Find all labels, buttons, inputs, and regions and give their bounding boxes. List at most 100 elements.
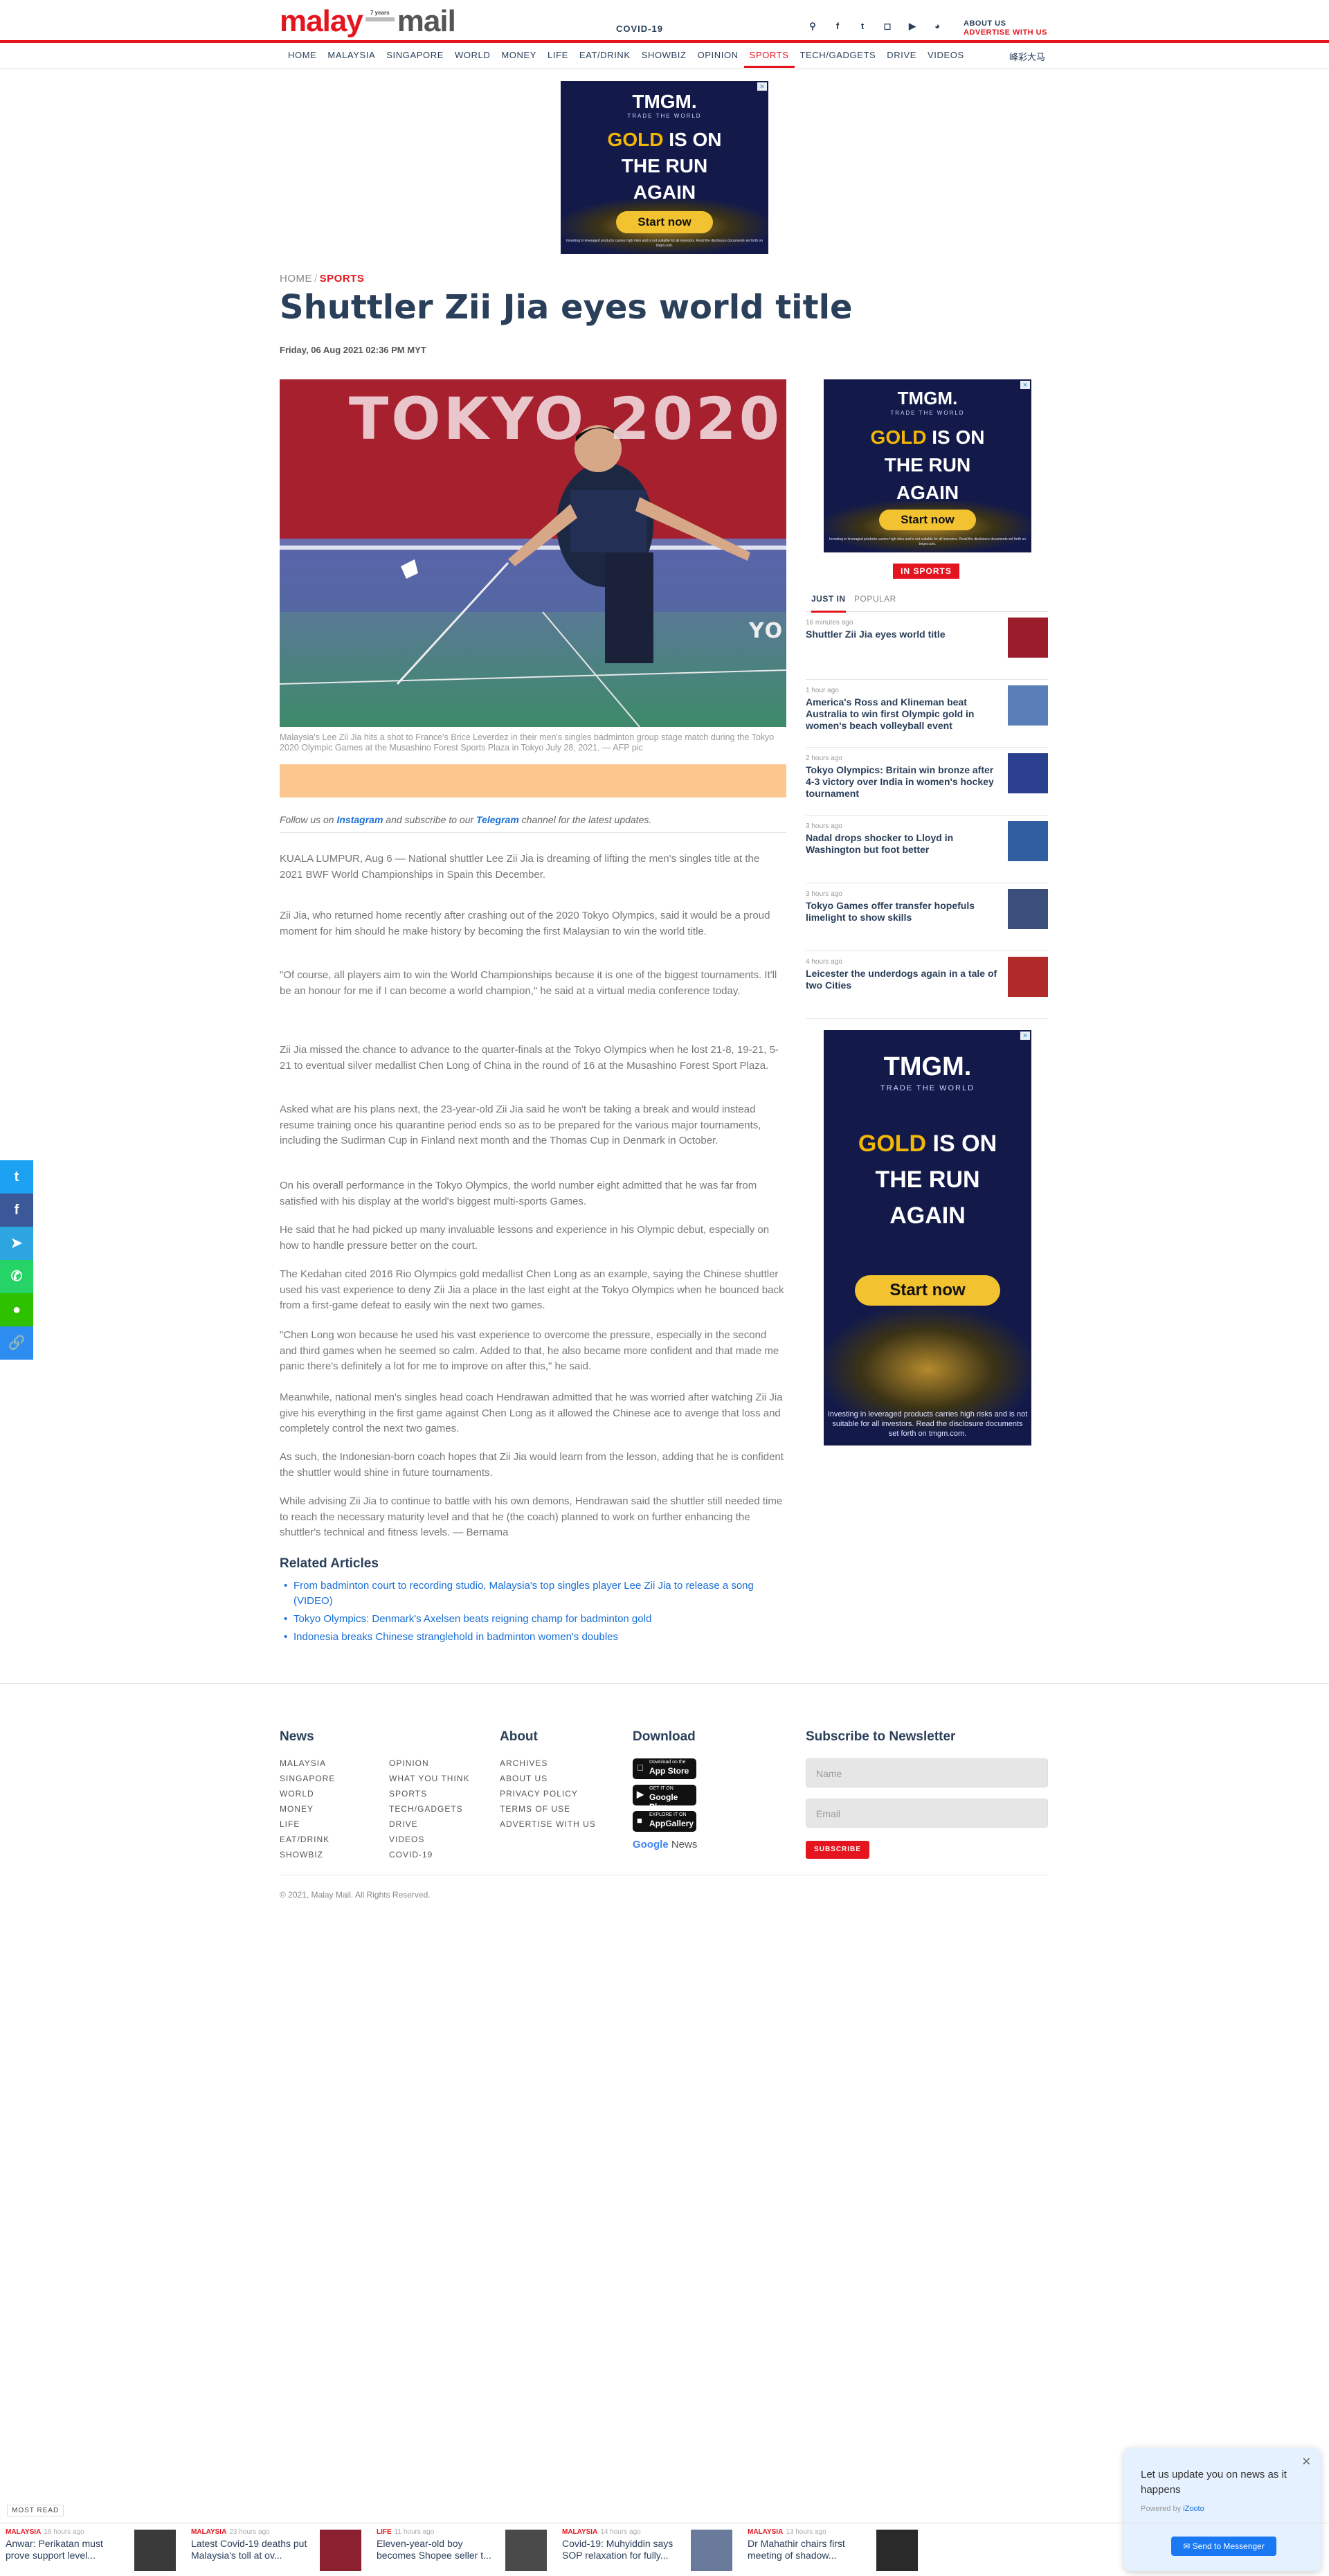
article-headline[interactable]: Leicester the underdogs again in a tale …: [806, 968, 1002, 991]
nav-item-malaysia[interactable]: MALAYSIA: [322, 46, 381, 68]
footer-link-privacy-policy[interactable]: PRIVACY POLICY: [500, 1789, 578, 1799]
footer-link-videos[interactable]: VIDEOS: [389, 1835, 424, 1844]
wechat-icon[interactable]: ●: [0, 1293, 33, 1326]
close-icon[interactable]: ✕: [1302, 2455, 1311, 2469]
breadcrumb-section[interactable]: SPORTS: [320, 273, 365, 285]
most-read-headline[interactable]: Anwar: Perikatan must prove support leve…: [6, 2538, 129, 2561]
newsletter-email-input[interactable]: Email: [806, 1799, 1048, 1828]
footer-link-about-us[interactable]: ABOUT US: [500, 1774, 548, 1783]
send-to-messenger-button[interactable]: ✉ Send to Messenger: [1171, 2537, 1276, 2556]
youtube-icon[interactable]: ▶: [907, 21, 918, 32]
article-headline[interactable]: Nadal drops shocker to Lloyd in Washingt…: [806, 832, 1002, 856]
nav-item-singapore[interactable]: SINGAPORE: [381, 46, 449, 68]
sidebar-ad-2[interactable]: ✕ TMGM. TRADE THE WORLD GOLD IS ON THE R…: [824, 1030, 1031, 1445]
app-badge-google-play[interactable]: ▶ GET IT ON Google Play: [633, 1785, 696, 1812]
footer-link-singapore[interactable]: SINGAPORE: [280, 1774, 335, 1783]
article-headline[interactable]: Tokyo Olympics: Britain win bronze after…: [806, 764, 1002, 800]
article-headline[interactable]: America's Ross and Klineman beat Austral…: [806, 696, 1002, 732]
nav-item-money[interactable]: MONEY: [496, 46, 542, 68]
sidebar-article[interactable]: 1 hour ago America's Ross and Klineman be…: [806, 680, 1048, 748]
top-ad[interactable]: ✕ TMGM. TRADE THE WORLD GOLD IS ON THE R…: [561, 81, 768, 254]
most-read-thumbnail[interactable]: [505, 2530, 547, 2571]
twitter-icon[interactable]: t: [0, 1160, 33, 1194]
nav-item-home[interactable]: HOME: [282, 46, 322, 68]
footer-link-eat-drink[interactable]: EAT/DRINK: [280, 1835, 329, 1844]
nav-item-tech-gadgets[interactable]: TECH/GADGETS: [795, 46, 882, 68]
search-icon[interactable]: ⚲: [807, 21, 818, 32]
most-read-headline[interactable]: Latest Covid-19 deaths put Malaysia's to…: [191, 2538, 314, 2561]
most-read-item[interactable]: MALAYSIA 14 hours ago Covid-19: Muhyiddin …: [562, 2527, 746, 2573]
footer-link-malaysia[interactable]: MALAYSIA: [280, 1758, 326, 1768]
ad-start-button[interactable]: Start now: [879, 510, 976, 530]
footer-link-opinion[interactable]: OPINION: [389, 1758, 429, 1768]
ad-start-button[interactable]: Start now: [616, 211, 713, 233]
footer-link-money[interactable]: MONEY: [280, 1804, 314, 1814]
about-us-link[interactable]: ABOUT US: [964, 19, 1047, 28]
link-icon[interactable]: 🔗: [0, 1326, 33, 1360]
nav-item-world[interactable]: WORLD: [449, 46, 496, 68]
footer-link-life[interactable]: LIFE: [280, 1819, 300, 1829]
footer-link-terms-of-use[interactable]: TERMS OF USE: [500, 1804, 570, 1814]
subscribe-button[interactable]: SUBSCRIBE: [806, 1841, 869, 1859]
footer-link-showbiz[interactable]: SHOWBIZ: [280, 1850, 323, 1859]
ad-close-icon[interactable]: ✕: [1020, 1032, 1030, 1040]
most-read-headline[interactable]: Dr Mahathir chairs first meeting of shad…: [748, 2538, 871, 2561]
footer-link-covid-19[interactable]: COVID-19: [389, 1850, 433, 1859]
breadcrumb-home[interactable]: HOME: [280, 273, 312, 285]
article-thumbnail[interactable]: [1008, 618, 1048, 658]
tab-just-in[interactable]: JUST IN: [811, 594, 846, 613]
advertise-link[interactable]: ADVERTISE WITH US: [964, 28, 1047, 37]
site-logo[interactable]: malay 7 years mail: [280, 4, 456, 38]
related-article-link[interactable]: From badminton court to recording studio…: [280, 1578, 785, 1609]
nav-item-videos[interactable]: VIDEOS: [922, 46, 970, 68]
twitter-icon[interactable]: t: [857, 21, 868, 32]
inline-ad-banner[interactable]: [280, 764, 786, 798]
most-read-thumbnail[interactable]: [134, 2530, 176, 2571]
nav-item-sports[interactable]: SPORTS: [743, 46, 795, 68]
most-read-item[interactable]: LIFE 11 hours ago Eleven-year-old boy beco…: [377, 2527, 561, 2573]
most-read-thumbnail[interactable]: [320, 2530, 361, 2571]
sidebar-article[interactable]: 4 hours ago Leicester the underdogs again…: [806, 951, 1048, 1019]
related-article-link[interactable]: Indonesia breaks Chinese stranglehold in…: [280, 1630, 785, 1645]
most-read-headline[interactable]: Eleven-year-old boy becomes Shopee selle…: [377, 2538, 500, 2561]
sidebar-article[interactable]: 2 hours ago Tokyo Olympics: Britain win b…: [806, 748, 1048, 816]
article-thumbnail[interactable]: [1008, 753, 1048, 793]
facebook-icon[interactable]: f: [832, 21, 843, 32]
article-thumbnail[interactable]: [1008, 957, 1048, 997]
most-read-thumbnail[interactable]: [691, 2530, 732, 2571]
footer-link-advertise-with-us[interactable]: ADVERTISE WITH US: [500, 1819, 596, 1829]
rss-icon[interactable]: ◕: [932, 21, 943, 32]
nav-item-opinion[interactable]: OPINION: [692, 46, 744, 68]
google-news-link[interactable]: Google News: [633, 1839, 697, 1850]
footer-link-drive[interactable]: DRIVE: [389, 1819, 418, 1829]
article-headline[interactable]: Tokyo Games offer transfer hopefuls lime…: [806, 900, 1002, 924]
instagram-icon[interactable]: ◻: [882, 21, 893, 32]
footer-link-tech-gadgets[interactable]: TECH/GADGETS: [389, 1804, 463, 1814]
telegram-icon[interactable]: ➤: [0, 1227, 33, 1260]
most-read-headline[interactable]: Covid-19: Muhyiddin says SOP relaxation …: [562, 2538, 685, 2561]
whatsapp-icon[interactable]: ✆: [0, 1260, 33, 1293]
most-read-item[interactable]: MALAYSIA 13 hours ago Dr Mahathir chairs f…: [748, 2527, 932, 2573]
article-thumbnail[interactable]: [1008, 821, 1048, 861]
app-badge-app-store[interactable]:  Download on theApp Store: [633, 1758, 696, 1779]
nav-item-drive[interactable]: DRIVE: [881, 46, 922, 68]
tab-popular[interactable]: POPULAR: [854, 594, 896, 604]
sidebar-article[interactable]: 16 minutes ago Shuttler Zii Jia eyes worl…: [806, 612, 1048, 680]
most-read-item[interactable]: MALAYSIA 18 hours ago Anwar: Perikatan mus…: [6, 2527, 190, 2573]
sidebar-ad-1[interactable]: ✕ TMGM. TRADE THE WORLD GOLD IS ON THE R…: [824, 379, 1031, 552]
chinese-site-link[interactable]: 峰彩大马: [1009, 50, 1045, 63]
ad-close-icon[interactable]: ✕: [757, 82, 767, 91]
footer-link-what-you-think[interactable]: WHAT YOU THINK: [389, 1774, 469, 1783]
telegram-link[interactable]: Telegram: [476, 814, 519, 825]
footer-link-world[interactable]: WORLD: [280, 1789, 314, 1799]
most-read-thumbnail[interactable]: [876, 2530, 918, 2571]
facebook-icon[interactable]: f: [0, 1194, 33, 1227]
related-article-link[interactable]: Tokyo Olympics: Denmark's Axelsen beats …: [280, 1612, 785, 1627]
most-read-item[interactable]: MALAYSIA 23 hours ago Latest Covid-19 deat…: [191, 2527, 375, 2573]
instagram-link[interactable]: Instagram: [336, 814, 383, 825]
article-headline[interactable]: Shuttler Zii Jia eyes world title: [806, 629, 1002, 640]
nav-item-showbiz[interactable]: SHOWBIZ: [636, 46, 692, 68]
sidebar-article[interactable]: 3 hours ago Nadal drops shocker to Lloyd …: [806, 816, 1048, 883]
ad-start-button[interactable]: Start now: [855, 1275, 1000, 1306]
app-badge-appgallery[interactable]: ■ EXPLORE IT ON AppGallery: [633, 1811, 696, 1832]
